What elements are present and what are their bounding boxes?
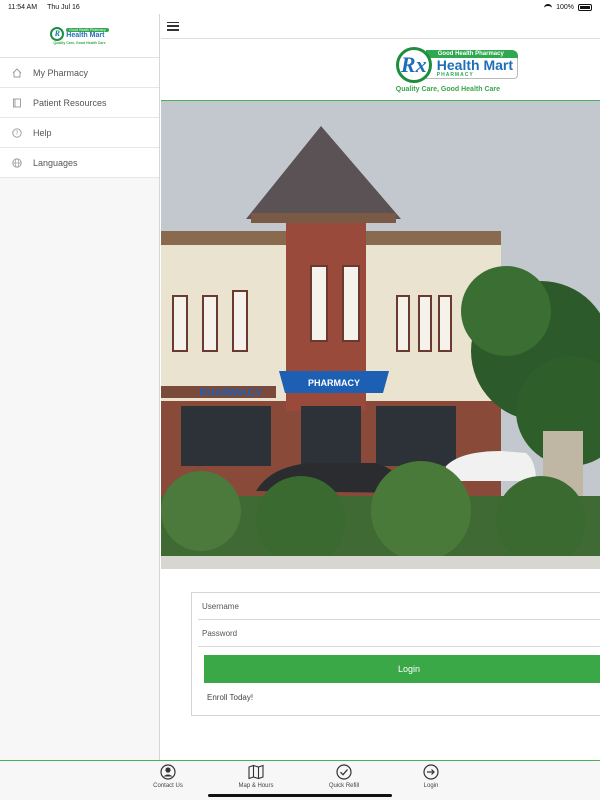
sidebar-item-languages[interactable]: Languages — [0, 148, 159, 178]
username-field-row — [198, 593, 600, 620]
header-logo-area: Rx Good Health Pharmacy Health Mart PHAR… — [161, 39, 600, 101]
logo-tagline: Quality Care, Good Health Care — [53, 40, 106, 45]
tab-label: Login — [423, 783, 439, 789]
rx-icon: R — [50, 26, 65, 41]
password-input[interactable] — [198, 628, 600, 638]
logo-brand: Health Mart — [66, 32, 105, 39]
sidebar: R Good Health Pharmacy Health Mart Quali… — [0, 14, 160, 760]
tab-label: Quick Refill — [328, 783, 360, 789]
tab-label: Contact Us — [153, 783, 183, 789]
login-form: Login Enroll Today! — [191, 592, 600, 716]
login-button[interactable]: Login — [204, 655, 600, 683]
status-date: Thu Jul 16 — [47, 3, 80, 11]
rx-icon: Rx — [395, 46, 432, 83]
login-icon — [423, 764, 439, 780]
awning-sign: PHARMACY — [308, 378, 360, 388]
tab-quick-refill[interactable]: Quick Refill — [314, 764, 374, 789]
sidebar-item-label: Languages — [33, 157, 78, 168]
map-icon — [248, 764, 264, 780]
logo-brand-box: Health Mart PHARMACY — [425, 57, 518, 79]
sidebar-item-my-pharmacy[interactable]: My Pharmacy — [0, 58, 159, 88]
sidebar-item-help[interactable]: ? Help — [0, 118, 159, 148]
sidebar-item-label: Patient Resources — [33, 97, 107, 108]
top-bar — [161, 14, 600, 39]
hamburger-menu-icon[interactable] — [167, 21, 179, 31]
main-content: Rx Good Health Pharmacy Health Mart PHAR… — [161, 14, 600, 760]
battery-percent: 100% — [556, 3, 574, 11]
tab-label: Map & Hours — [238, 783, 274, 789]
enroll-link[interactable]: Enroll Today! — [207, 693, 600, 702]
health-mart-logo: Rx Good Health Pharmacy Health Mart PHAR… — [395, 46, 518, 93]
book-icon — [12, 98, 22, 108]
tab-map-hours[interactable]: Map & Hours — [226, 764, 286, 789]
wifi-icon — [544, 4, 553, 10]
left-sign: PHARMACY — [199, 387, 263, 399]
username-input[interactable] — [198, 601, 600, 611]
tab-contact-us[interactable]: Contact Us — [138, 764, 198, 789]
sidebar-item-label: My Pharmacy — [33, 67, 89, 78]
check-icon — [336, 764, 352, 780]
help-icon: ? — [12, 127, 22, 138]
sidebar-logo: R Good Health Pharmacy Health Mart Quali… — [0, 14, 159, 58]
svg-text:?: ? — [15, 130, 18, 137]
storefront-photo: PHARMACY PHARMACY — [161, 101, 600, 569]
logo-brand: Health Mart — [436, 57, 513, 73]
status-bar: 11:54 AM Thu Jul 16 100% — [0, 0, 600, 14]
status-time: 11:54 AM — [8, 3, 38, 11]
health-mart-logo: R Good Health Pharmacy Health Mart Quali… — [50, 26, 109, 45]
password-field-row — [198, 620, 600, 647]
tab-login[interactable]: Login — [401, 764, 461, 789]
globe-icon — [12, 157, 22, 168]
battery-icon — [578, 3, 592, 11]
home-indicator — [208, 794, 392, 797]
sidebar-item-label: Help — [33, 127, 52, 138]
logo-tagline: Quality Care, Good Health Care — [395, 85, 501, 93]
home-icon — [12, 67, 22, 78]
contact-icon — [160, 764, 176, 780]
sidebar-item-patient-resources[interactable]: Patient Resources — [0, 88, 159, 118]
